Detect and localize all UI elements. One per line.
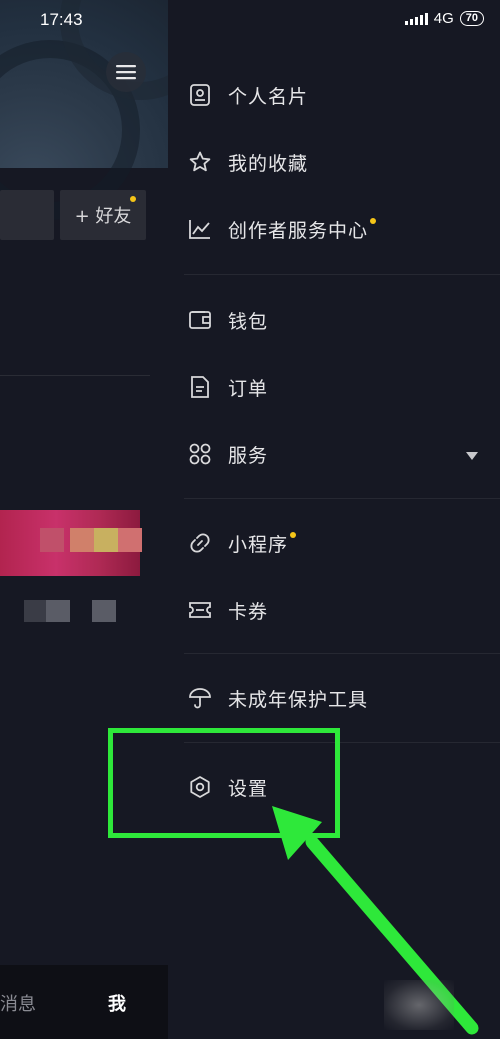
notification-dot [130, 196, 136, 202]
notification-dot [290, 532, 297, 538]
menu-item-label: 订单 [228, 377, 269, 400]
document-icon [186, 373, 214, 401]
menu-item-creator-center[interactable]: 创作者服务中心 [186, 205, 486, 253]
tab-messages[interactable]: 消息 [0, 990, 36, 1016]
blurred-content [46, 600, 70, 622]
status-time: 17:43 [40, 10, 83, 29]
blurred-content [24, 600, 46, 622]
tab-me[interactable]: 我 [108, 990, 126, 1016]
star-icon [186, 148, 214, 176]
side-drawer: 4G 70 个人名片 我的收藏 创作者服务中心 钱包 订单 服务 小程序 卡券 … [168, 0, 500, 1039]
menu-item-label: 我的收藏 [228, 152, 309, 175]
menu-item-label: 未成年保护工具 [228, 688, 369, 711]
status-bar-right: 4G 70 [404, 10, 484, 27]
divider [184, 498, 500, 499]
profile-banner [0, 0, 168, 220]
hamburger-menu-button[interactable] [106, 52, 146, 92]
blurred-content [0, 510, 142, 576]
edit-profile-button[interactable] [0, 190, 54, 240]
menu-item-coupons[interactable]: 卡券 [186, 586, 486, 634]
watermark [384, 980, 454, 1030]
blurred-content [92, 600, 116, 622]
divider [0, 375, 150, 376]
chevron-down-icon [466, 445, 478, 464]
highlight-box [108, 728, 340, 838]
menu-item-label: 卡券 [228, 600, 269, 623]
menu-item-services[interactable]: 服务 [186, 430, 486, 478]
umbrella-icon [186, 684, 214, 712]
menu-item-minor-protection[interactable]: 未成年保护工具 [186, 674, 486, 722]
menu-item-label: 小程序 [228, 533, 289, 556]
menu-item-mini-programs[interactable]: 小程序 [186, 519, 486, 567]
menu-item-wallet[interactable]: 钱包 [186, 296, 486, 344]
menu-item-contact-card[interactable]: 个人名片 [186, 71, 486, 119]
battery-indicator: 70 [459, 11, 484, 26]
wallet-icon [186, 306, 214, 334]
menu-item-label: 个人名片 [228, 85, 309, 108]
menu-item-label: 钱包 [228, 310, 269, 333]
network-type: 4G [433, 10, 454, 27]
notification-dot [370, 218, 377, 224]
divider [184, 274, 500, 275]
divider [184, 653, 500, 654]
menu-item-label: 创作者服务中心 [228, 219, 369, 242]
add-friend-button[interactable]: + 好友 [60, 190, 146, 240]
hamburger-icon [116, 65, 136, 80]
grid-icon [186, 440, 214, 468]
link-icon [186, 529, 214, 557]
signal-icon [404, 12, 428, 25]
menu-item-favorites[interactable]: 我的收藏 [186, 138, 486, 186]
ticket-icon [186, 596, 214, 624]
contact-card-icon [186, 81, 214, 109]
add-friend-label: + 好友 [74, 206, 132, 227]
line-chart-icon [186, 215, 214, 243]
background-profile-page: 17:43 + 好友 消息 我 [0, 0, 168, 1039]
menu-item-orders[interactable]: 订单 [186, 363, 486, 411]
menu-item-label: 服务 [228, 444, 269, 467]
